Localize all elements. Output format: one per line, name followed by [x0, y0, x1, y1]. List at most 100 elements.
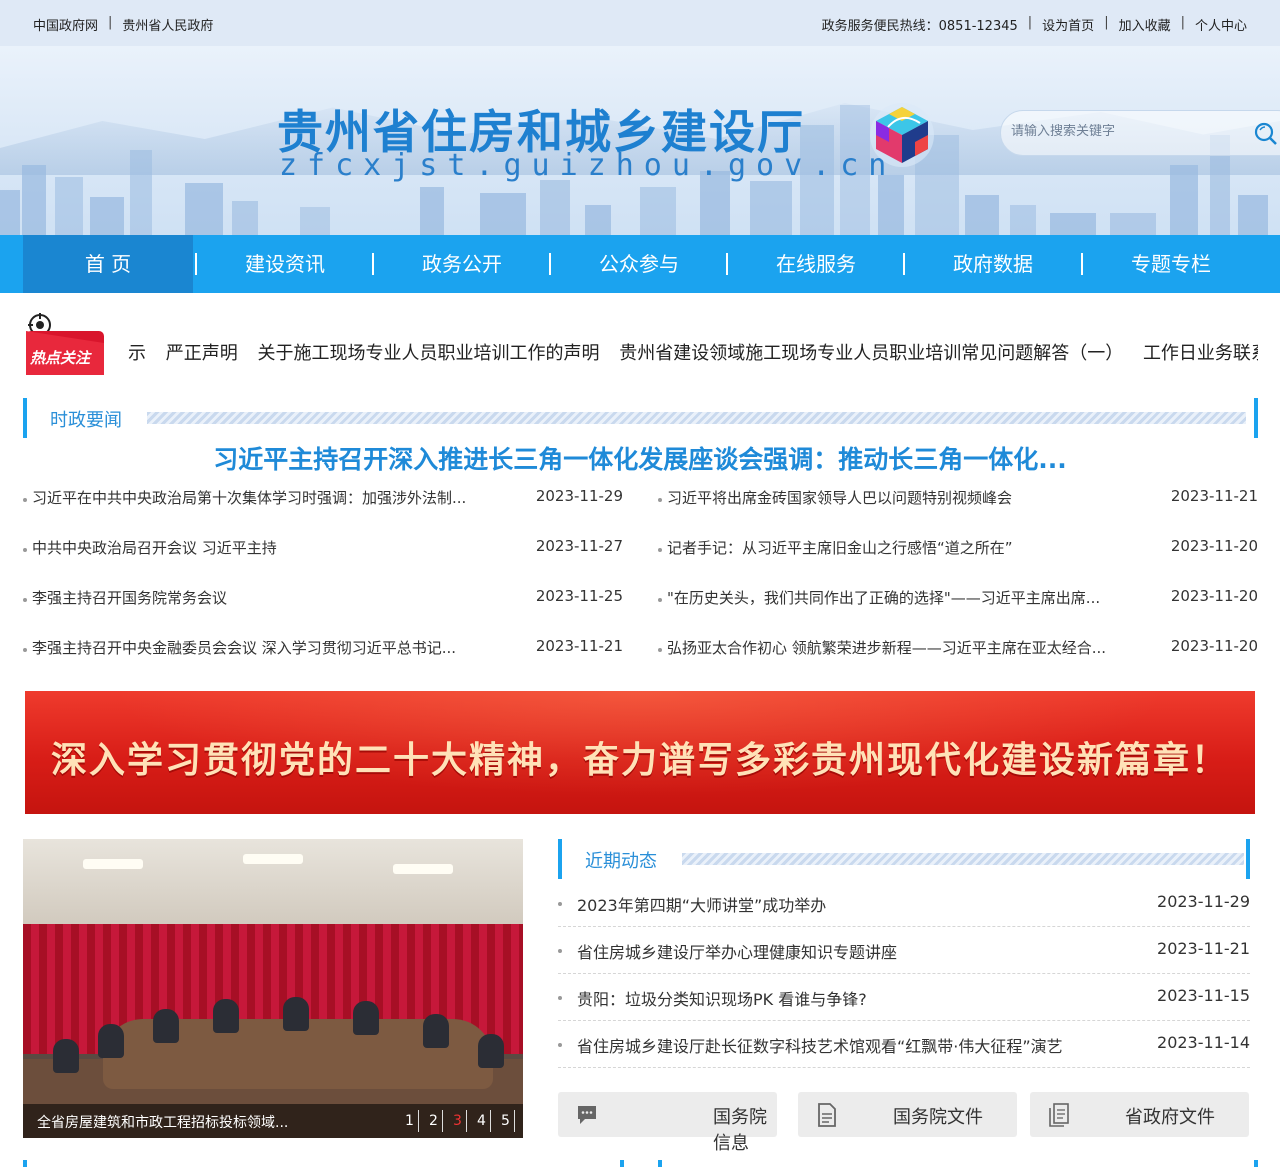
list-item-title[interactable]: 记者手记：从习近平主席旧金山之行感悟“道之所在”	[667, 537, 1013, 558]
top-bar: 中国政府网 | 贵州省人民政府 政务服务便民热线：0851-12345 | 设为…	[0, 0, 1280, 46]
separator: |	[1104, 15, 1109, 30]
list-item-date: 2023-11-20	[1170, 537, 1258, 555]
section-accent	[620, 1160, 624, 1167]
add-favorite-link[interactable]: 加入收藏	[1119, 15, 1171, 34]
photo-person	[478, 1034, 504, 1068]
nav-online-service[interactable]: 在线服务	[731, 235, 901, 293]
list-item[interactable]: 李强主持召开国务院常务会议 2023-11-25	[23, 587, 623, 611]
list-item-title[interactable]: 省住房城乡建设厅举办心理健康知识专题讲座	[577, 939, 897, 963]
pager-dot[interactable]: 1	[401, 1110, 419, 1132]
bullet-dot	[558, 996, 562, 1000]
list-item-title[interactable]: 李强主持召开国务院常务会议	[32, 587, 227, 608]
list-item-date: 2023-11-21	[1170, 487, 1258, 505]
carousel-pager: 1 2 3 4 5	[401, 1110, 515, 1132]
bullet-dot	[558, 949, 562, 953]
politics-section-header: 时政要闻	[23, 398, 1258, 438]
photo-person	[53, 1039, 79, 1073]
personal-center-link[interactable]: 个人中心	[1195, 15, 1247, 34]
list-item[interactable]: 省住房城乡建设厅赴长征数字科技艺术馆观看“红飘带·伟大征程”演艺 2023-11-…	[558, 1021, 1250, 1068]
list-item-title[interactable]: 李强主持召开中央金融委员会会议 深入学习贯彻习近平总书记...	[32, 637, 456, 658]
hot-badge-label: 热点关注	[30, 349, 91, 367]
chat-icon	[578, 1106, 596, 1124]
list-item-date: 2023-11-14	[1157, 1033, 1250, 1052]
nav-public-participation[interactable]: 公众参与	[554, 235, 724, 293]
nav-separator	[372, 253, 374, 275]
search-icon[interactable]	[1253, 121, 1279, 147]
bullet-dot	[658, 598, 662, 602]
politics-section-title[interactable]: 时政要闻	[50, 406, 122, 432]
bullet-dot	[658, 498, 662, 502]
section-accent	[658, 1160, 662, 1167]
list-item-title[interactable]: 2023年第四期“大师讲堂”成功举办	[577, 892, 826, 916]
pager-dot[interactable]: 4	[473, 1110, 491, 1132]
list-item[interactable]: 中共中央政治局召开会议 习近平主持 2023-11-27	[23, 537, 623, 561]
photo-light	[83, 859, 143, 869]
list-item[interactable]: 贵阳：垃圾分类知识现场PK 看谁与争锋? 2023-11-15	[558, 974, 1250, 1021]
nav-separator	[726, 253, 728, 275]
nav-construction-news[interactable]: 建设资讯	[200, 235, 370, 293]
nav-special-topics[interactable]: 专题专栏	[1086, 235, 1256, 293]
state-council-docs-button[interactable]: 国务院文件	[798, 1092, 1017, 1137]
photo-carousel[interactable]: 全省房屋建筑和市政工程招标投标领域... 1 2 3 4 5	[23, 839, 523, 1138]
pager-dot[interactable]: 2	[425, 1110, 443, 1132]
ticker-item[interactable]: 示	[128, 343, 146, 364]
ticker-item[interactable]: 严正声明	[166, 343, 238, 364]
list-item[interactable]: 2023年第四期“大师讲堂”成功举办 2023-11-29	[558, 880, 1250, 927]
politics-headline[interactable]: 习近平主持召开深入推进长三角一体化发展座谈会强调：推动长三角一体化...	[0, 440, 1280, 476]
bullet-dot	[558, 1043, 562, 1047]
document-icon	[818, 1103, 836, 1127]
list-item[interactable]: 李强主持召开中央金融委员会会议 深入学习贯彻习近平总书记... 2023-11-2…	[23, 637, 623, 661]
list-item-title[interactable]: 习近平在中共中央政治局第十次集体学习时强调：加强涉外法制...	[32, 487, 466, 508]
list-item[interactable]: "在历史关头，我们共同作出了正确的选择"——习近平主席出席... 2023-11-…	[658, 587, 1258, 611]
list-item[interactable]: 习近平在中共中央政治局第十次集体学习时强调：加强涉外法制... 2023-11-2…	[23, 487, 623, 511]
bullet-dot	[23, 548, 27, 552]
list-item-title[interactable]: "在历史关头，我们共同作出了正确的选择"——习近平主席出席...	[667, 587, 1100, 608]
top-right-links: 政务服务便民热线：0851-12345 | 设为首页 | 加入收藏 | 个人中心	[822, 15, 1247, 34]
pager-dot-active[interactable]: 3	[449, 1110, 467, 1132]
list-item[interactable]: 省住房城乡建设厅举办心理健康知识专题讲座 2023-11-21	[558, 927, 1250, 974]
bullet-dot	[558, 902, 562, 906]
quick-link-label: 省政府文件	[1125, 1107, 1215, 1128]
photo-caption[interactable]: 全省房屋建筑和市政工程招标投标领域...	[37, 1112, 288, 1132]
section-accent	[1246, 839, 1250, 879]
list-item-title[interactable]: 省住房城乡建设厅赴长征数字科技艺术馆观看“红飘带·伟大征程”演艺	[577, 1033, 1063, 1057]
list-item-title[interactable]: 习近平将出席金砖国家领导人巴以问题特别视频峰会	[667, 487, 1012, 508]
search-input[interactable]	[1011, 124, 1241, 139]
separator: |	[1180, 15, 1185, 30]
list-item-title[interactable]: 弘扬亚太合作初心 领航繁荣进步新程——习近平主席在亚太经合...	[667, 637, 1106, 658]
photo-caption-bar: 全省房屋建筑和市政工程招标投标领域... 1 2 3 4 5	[23, 1104, 523, 1138]
set-homepage-link[interactable]: 设为首页	[1042, 15, 1094, 34]
section-accent	[558, 839, 562, 879]
pager-dot[interactable]: 5	[497, 1110, 515, 1132]
list-item-title[interactable]: 贵阳：垃圾分类知识现场PK 看谁与争锋?	[577, 986, 867, 1010]
list-item-date: 2023-11-20	[1170, 587, 1258, 605]
list-item-date: 2023-11-21	[535, 637, 623, 655]
nav-separator	[549, 253, 551, 275]
ticker-item[interactable]: 关于施工现场专业人员职业培训工作的声明	[257, 343, 599, 364]
promo-banner[interactable]: 深入学习贯彻党的二十大精神，奋力谱写多彩贵州现代化建设新篇章！	[25, 691, 1255, 814]
link-gov-cn[interactable]: 中国政府网	[33, 15, 98, 34]
nav-separator	[1081, 253, 1083, 275]
list-item[interactable]: 记者手记：从习近平主席旧金山之行感悟“道之所在” 2023-11-20	[658, 537, 1258, 561]
ticker-item[interactable]: 贵州省建设领域施工现场专业人员职业培训常见问题解答（一）	[619, 343, 1123, 364]
photo-light	[243, 854, 303, 864]
nav-home[interactable]: 首 页	[23, 235, 193, 293]
banner-slogan: 深入学习贯彻党的二十大精神，奋力谱写多彩贵州现代化建设新篇章！	[50, 740, 1229, 781]
bullet-dot	[23, 498, 27, 502]
state-council-info-button[interactable]: 国务院信息	[558, 1092, 777, 1154]
ticker-item[interactable]: 工作日业务联系电	[1143, 343, 1258, 364]
list-item-title[interactable]: 中共中央政治局召开会议 习近平主持	[32, 537, 277, 558]
recent-section-title[interactable]: 近期动态	[585, 847, 657, 873]
section-accent	[1254, 1160, 1258, 1167]
list-item[interactable]: 弘扬亚太合作初心 领航繁荣进步新程——习近平主席在亚太经合... 2023-11-…	[658, 637, 1258, 661]
quick-link-label: 国务院信息	[713, 1107, 767, 1154]
list-item[interactable]: 习近平将出席金砖国家领导人巴以问题特别视频峰会 2023-11-21	[658, 487, 1258, 511]
link-guizhou-gov[interactable]: 贵州省人民政府	[122, 15, 213, 34]
nav-gov-data[interactable]: 政府数据	[908, 235, 1078, 293]
separator: |	[1027, 15, 1033, 30]
separator: |	[108, 15, 113, 30]
nav-separator	[195, 253, 197, 275]
nav-gov-affairs[interactable]: 政务公开	[377, 235, 547, 293]
provincial-docs-button[interactable]: 省政府文件	[1030, 1092, 1249, 1137]
main-nav: 首 页 建设资讯 政务公开 公众参与 在线服务 政府数据 专题专栏	[0, 235, 1280, 293]
